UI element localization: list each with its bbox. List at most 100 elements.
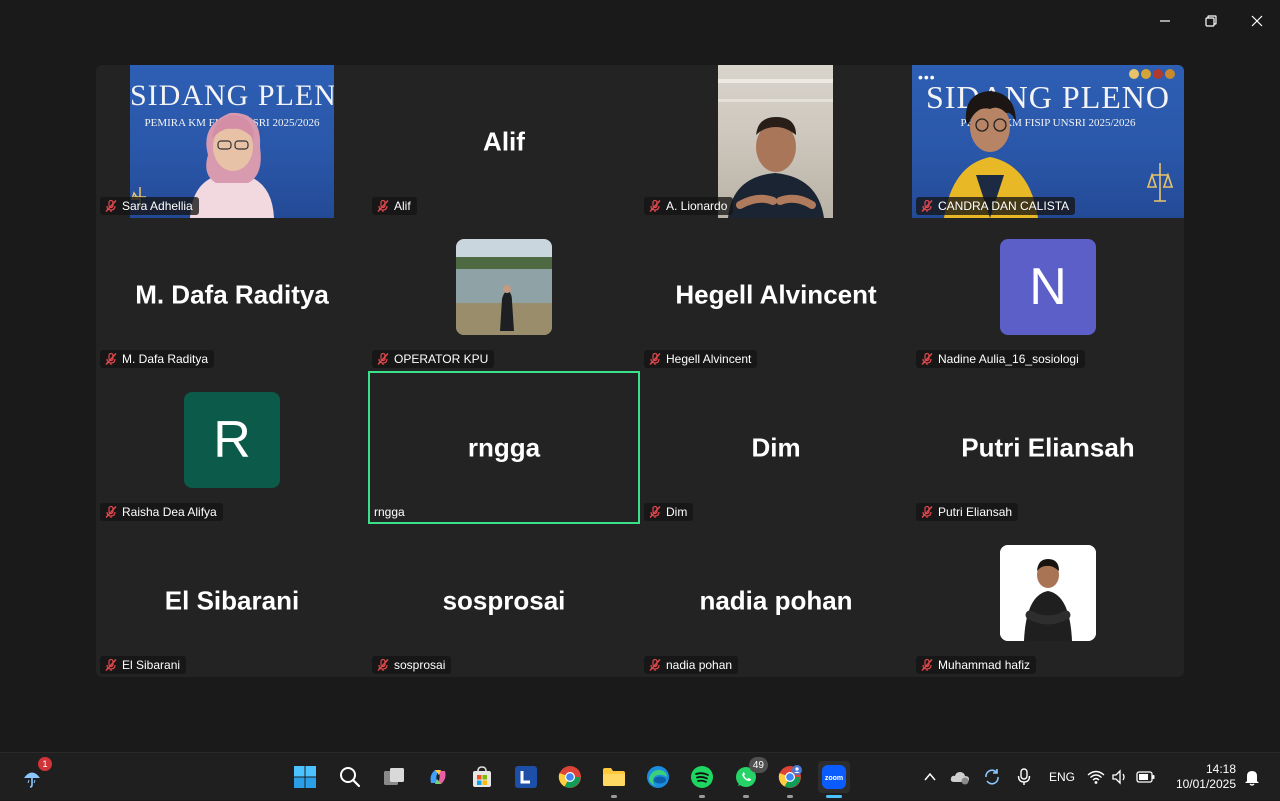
participant-tile[interactable]: Muhammad hafiz: [912, 524, 1184, 677]
clock[interactable]: 14:18 10/01/2025: [1176, 762, 1236, 792]
participant-tile[interactable]: El Sibarani El Sibarani: [96, 524, 368, 677]
notifications-button[interactable]: [1240, 761, 1264, 793]
weather-notification-badge: 1: [38, 757, 52, 771]
running-indicator: [787, 795, 793, 798]
close-button[interactable]: [1234, 0, 1280, 42]
battery-icon: [1136, 771, 1155, 783]
participant-name-label: sosprosai: [372, 656, 452, 674]
language-indicator[interactable]: ENG: [1040, 761, 1084, 793]
zoom-button[interactable]: zoom: [818, 761, 850, 798]
windows-logo-icon: [294, 766, 316, 788]
whatsapp-button[interactable]: 49: [730, 757, 768, 798]
mic-muted-icon: [105, 352, 117, 365]
spotify-button[interactable]: [686, 761, 718, 798]
participant-tile[interactable]: A. Lionardo: [640, 65, 912, 218]
mic-muted-icon: [649, 658, 661, 671]
participant-name-label: CANDRA DAN CALISTA: [916, 197, 1076, 215]
participant-tile[interactable]: Hegell Alvincent Hegell Alvincent: [640, 218, 912, 371]
running-indicator: [826, 795, 842, 798]
l-app-icon: [515, 766, 537, 788]
minimize-button[interactable]: [1142, 0, 1188, 42]
participant-display-name: sosprosai: [442, 585, 566, 615]
whatsapp-unread-badge: 49: [748, 757, 768, 773]
copilot-button[interactable]: [422, 761, 454, 793]
participant-name: Muhammad hafiz: [938, 658, 1031, 672]
more-options-icon[interactable]: •••: [918, 69, 936, 85]
microsoft-store-button[interactable]: [466, 761, 498, 793]
participant-tile[interactable]: Dim Dim: [640, 371, 912, 524]
system-tray: ENG: [916, 753, 1160, 801]
participant-figure: [944, 69, 1175, 218]
l-app-button[interactable]: [510, 761, 542, 793]
participant-name: nadia pohan: [666, 658, 733, 672]
participant-name-label: nadia pohan: [644, 656, 739, 674]
participant-video: SIDANG PLENO PEMIRA KM FISIP UNSRI 2025/…: [130, 65, 334, 218]
profile-picture-image: [1000, 544, 1096, 641]
participant-display-name: rngga: [467, 432, 541, 462]
clock-date: 10/01/2025: [1175, 777, 1236, 791]
battery-button[interactable]: [1132, 761, 1160, 793]
participant-tile[interactable]: SIDANG PLENO PEMIRA KM FISIP UNSRI 2025/…: [96, 65, 368, 218]
mic-muted-icon: [921, 505, 933, 518]
restore-button[interactable]: [1188, 0, 1234, 42]
participant-tile-active-speaker[interactable]: rngga rngga: [368, 371, 640, 524]
participant-name: M. Dafa Raditya: [122, 352, 209, 366]
participant-tile[interactable]: OPERATOR KPU: [368, 218, 640, 371]
zoom-icon: zoom: [822, 765, 846, 789]
participant-tile[interactable]: SIDANG PLENO PEMIRA KM FISIP UNSRI 2025/…: [912, 65, 1184, 218]
participant-name: sosprosai: [394, 658, 446, 672]
wifi-icon: [1087, 770, 1105, 784]
sync-icon: [985, 769, 999, 785]
mic-muted-icon: [921, 352, 933, 365]
participant-display-name: nadia pohan: [699, 585, 853, 615]
search-icon: [340, 767, 361, 788]
participant-name-label: Muhammad hafiz: [916, 656, 1037, 674]
participant-tile[interactable]: Putri Eliansah Putri Eliansah: [912, 371, 1184, 524]
taskbar: 1 49 zoom ENG 14:18 10/01/2025: [0, 752, 1280, 800]
participant-tile[interactable]: N Nadine Aulia_16_sosiologi: [912, 218, 1184, 371]
participant-display-name: Dim: [751, 432, 801, 462]
clock-time: 14:18: [1205, 762, 1236, 776]
task-view-button[interactable]: [378, 761, 410, 793]
profile-picture: [456, 238, 552, 335]
participant-name-label: Hegell Alvincent: [644, 350, 758, 368]
weather-widget[interactable]: 1: [16, 757, 52, 793]
wifi-button[interactable]: [1084, 761, 1108, 793]
chrome-icon: [558, 766, 581, 788]
profile-picture-image: [456, 238, 552, 335]
mic-muted-icon: [649, 505, 661, 518]
mic-muted-icon: [105, 505, 117, 518]
file-explorer-button[interactable]: [598, 761, 630, 798]
participant-name-label: A. Lionardo: [644, 197, 734, 215]
volume-button[interactable]: [1108, 761, 1132, 793]
mic-muted-icon: [105, 658, 117, 671]
participant-avatar: R: [184, 391, 280, 488]
participant-tile[interactable]: sosprosai sosprosai: [368, 524, 640, 677]
participant-tile[interactable]: M. Dafa Raditya M. Dafa Raditya: [96, 218, 368, 371]
bell-icon: [1245, 771, 1259, 786]
participant-name: Hegell Alvincent: [666, 352, 752, 366]
participant-tile[interactable]: nadia pohan nadia pohan: [640, 524, 912, 677]
microphone-tray-button[interactable]: [1008, 761, 1040, 793]
participant-name: Dim: [666, 505, 688, 519]
sync-tray-button[interactable]: [976, 761, 1008, 793]
participant-display-name: Alif: [483, 126, 525, 156]
chrome-button[interactable]: [554, 761, 586, 793]
participant-tile[interactable]: R Raisha Dea Alifya: [96, 371, 368, 524]
mic-muted-icon: [377, 199, 389, 212]
mic-muted-icon: [377, 658, 389, 671]
search-button[interactable]: [334, 761, 366, 793]
onedrive-tray-button[interactable]: [944, 761, 976, 793]
chrome-profile-button[interactable]: [774, 761, 806, 798]
edge-button[interactable]: [642, 761, 674, 793]
mic-muted-icon: [649, 352, 661, 365]
participant-display-name: El Sibarani: [164, 585, 300, 615]
participant-name: El Sibarani: [122, 658, 181, 672]
participant-tile[interactable]: Alif Alif: [368, 65, 640, 218]
window-controls: [1142, 0, 1280, 42]
show-hidden-icons-button[interactable]: [916, 761, 944, 793]
participant-name-label: rngga: [372, 503, 411, 521]
chrome-profile-icon: [778, 765, 802, 788]
mic-muted-icon: [377, 352, 389, 365]
start-button[interactable]: [289, 761, 321, 793]
